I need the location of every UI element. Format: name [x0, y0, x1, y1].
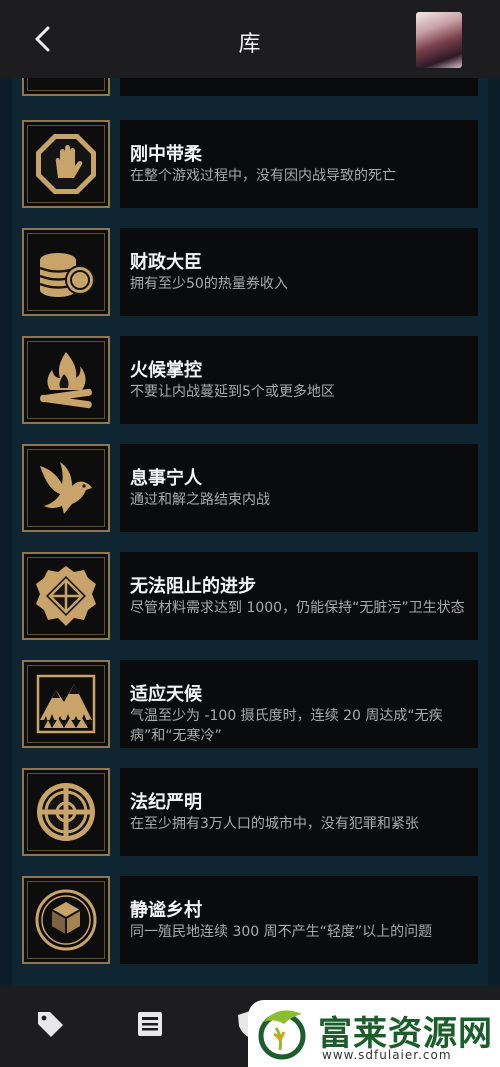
- leaf-logo-icon: [258, 1010, 306, 1060]
- achievement-item[interactable]: 刚中带柔 在整个游戏过程中，没有因内战导致的死亡: [22, 120, 478, 212]
- achievement-card: 法纪严明 在至少拥有3万人口的城市中，没有犯罪和紧张: [120, 768, 478, 856]
- achievement-icon-frame: [22, 228, 110, 316]
- watermark: 富莱资源网 www.sdfulaier.com: [248, 1000, 500, 1067]
- achievement-desc: 气温至少为 -100 摄氏度时，连续 20 周达成“无疾病”和“无寒冷”: [130, 708, 443, 744]
- achievement-card: 财政大臣 拥有至少50的热量券收入: [120, 228, 478, 316]
- achievement-desc: 拥有至少50的热量券收入: [130, 276, 288, 292]
- achievement-desc: 在至少拥有3万人口的城市中，没有犯罪和紧张: [130, 816, 419, 832]
- hand-octagon-icon: [36, 134, 96, 194]
- achievement-card: 息事宁人 通过和解之路结束内战: [120, 444, 478, 532]
- gear-emblem-icon: [36, 566, 96, 626]
- dove-icon: [40, 462, 92, 514]
- crosshair-circle-icon: [37, 783, 95, 841]
- achievement-name: 刚中带柔: [130, 144, 202, 165]
- hammer-icon: [34, 78, 98, 84]
- achievement-name: 适应天候: [130, 684, 202, 705]
- achievement-icon-frame: [22, 444, 110, 532]
- achievement-item-partial: [22, 78, 478, 100]
- achievement-list[interactable]: 刚中带柔 在整个游戏过程中，没有因内战导致的死亡 财政大臣 拥有至少50的热量券…: [12, 78, 488, 986]
- achievement-name: 息事宁人: [130, 468, 202, 489]
- achievement-card: 适应天候 气温至少为 -100 摄氏度时，连续 20 周达成“无疾病”和“无寒冷…: [120, 660, 478, 748]
- watermark-url: www.sdfulaier.com: [322, 1048, 452, 1062]
- achievement-desc: 同一殖民地连续 300 周不产生“轻度”以上的问题: [130, 924, 433, 940]
- achievement-icon-frame: [22, 552, 110, 640]
- hex-blocks-icon: [35, 889, 97, 951]
- achievement-card: [120, 78, 478, 96]
- achievement-item[interactable]: 息事宁人 通过和解之路结束内战: [22, 444, 478, 536]
- achievement-name: 财政大臣: [130, 252, 202, 273]
- achievement-icon-frame: [22, 876, 110, 964]
- nav-tag-button[interactable]: [34, 1008, 66, 1040]
- news-icon: [138, 1012, 162, 1036]
- achievement-item[interactable]: 财政大臣 拥有至少50的热量券收入: [22, 228, 478, 320]
- achievement-desc: 不要让内战蔓延到5个或更多地区: [130, 384, 335, 400]
- achievement-card: 无法阻止的进步 尽管材料需求达到 1000，仍能保持“无脏污”卫生状态: [120, 552, 478, 640]
- achievement-item[interactable]: 火候掌控 不要让内战蔓延到5个或更多地区: [22, 336, 478, 428]
- campfire-icon: [40, 352, 92, 409]
- achievement-item[interactable]: 静谧乡村 同一殖民地连续 300 周不产生“轻度”以上的问题: [22, 876, 478, 968]
- achievement-card: 火候掌控 不要让内战蔓延到5个或更多地区: [120, 336, 478, 424]
- avatar[interactable]: [416, 12, 462, 68]
- achievement-name: 法纪严明: [130, 792, 202, 813]
- achievement-icon-frame: [22, 768, 110, 856]
- achievement-desc: 在整个游戏过程中，没有因内战导致的死亡: [130, 168, 396, 184]
- achievement-icon-frame: [22, 120, 110, 208]
- achievement-desc: 通过和解之路结束内战: [130, 492, 270, 508]
- nav-news-button[interactable]: [134, 1008, 166, 1040]
- achievement-card: 静谧乡村 同一殖民地连续 300 周不产生“轻度”以上的问题: [120, 876, 478, 964]
- mountain-icon: [36, 674, 96, 734]
- achievement-name: 无法阻止的进步: [130, 576, 256, 597]
- achievement-icon-frame: [22, 336, 110, 424]
- achievement-desc: 尽管材料需求达到 1000，仍能保持“无脏污”卫生状态: [130, 600, 465, 616]
- achievement-icon-frame: [22, 78, 110, 96]
- achievement-item[interactable]: 无法阻止的进步 尽管材料需求达到 1000，仍能保持“无脏污”卫生状态: [22, 552, 478, 644]
- achievement-name: 静谧乡村: [130, 900, 202, 921]
- achievement-item[interactable]: 适应天候 气温至少为 -100 摄氏度时，连续 20 周达成“无疾病”和“无寒冷…: [22, 660, 478, 752]
- top-bar: 库: [0, 0, 500, 78]
- achievement-name: 火候掌控: [130, 360, 202, 381]
- tag-icon: [38, 1012, 63, 1037]
- achievement-item[interactable]: 法纪严明 在至少拥有3万人口的城市中，没有犯罪和紧张: [22, 768, 478, 860]
- achievement-icon-frame: [22, 660, 110, 748]
- coins-icon: [39, 253, 95, 297]
- achievement-card: 刚中带柔 在整个游戏过程中，没有因内战导致的死亡: [120, 120, 478, 208]
